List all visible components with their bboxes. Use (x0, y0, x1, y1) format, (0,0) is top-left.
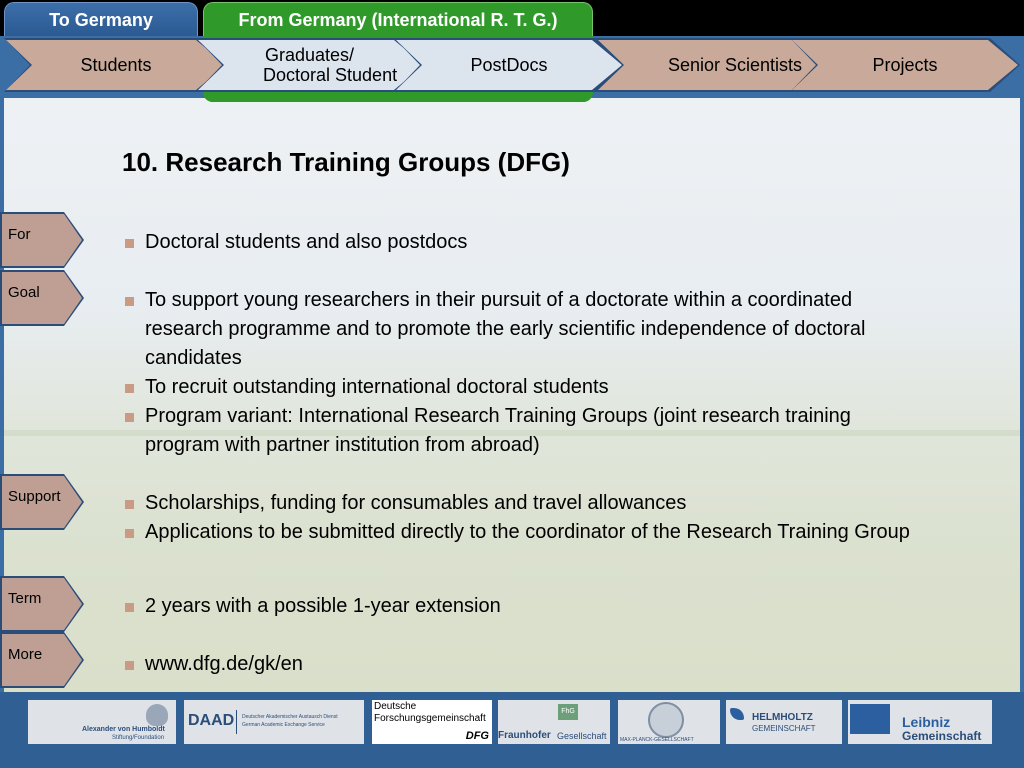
fraunhofer-text: Fraunhofer (498, 730, 551, 741)
bullet-support-1-text: Scholarships, funding for consumables an… (145, 492, 687, 514)
helmholtz-text-1: HELMHOLTZ (752, 712, 813, 723)
daad-divider (236, 710, 237, 734)
logo-max-planck[interactable]: MAX-PLANCK-GESELLSCHAFT (618, 700, 720, 744)
bullet-goal-3-text: Program variant: International Research … (145, 405, 851, 456)
daad-sub-2: German Academic Exchange Service (242, 722, 325, 728)
nav-graduates-line1: Graduates/ (265, 45, 355, 65)
bullet-support-1: Scholarships, funding for consumables an… (124, 489, 924, 518)
tab-to-germany[interactable]: To Germany (4, 2, 198, 36)
logo-dfg[interactable]: Deutsche Forschungsgemeinschaft DFG (372, 700, 492, 744)
frame-right (1020, 98, 1024, 692)
nav-projects-label: Projects (872, 55, 938, 75)
bullet-more-1-link[interactable]: www.dfg.de/gk/en (145, 653, 303, 675)
logo-helmholtz[interactable]: HELMHOLTZ GEMEINSCHAFT (726, 700, 842, 744)
bullet-goal-2-text: To recruit outstanding international doc… (145, 376, 609, 398)
leibniz-text-1: Leibniz (902, 714, 951, 730)
side-tab-goal-label: Goal (8, 284, 40, 301)
fraunhofer-sub: Gesellschaft (557, 731, 607, 741)
page-title: 10. Research Training Groups (DFG) (122, 147, 570, 177)
bullet-goal-1: To support young researchers in their pu… (124, 286, 924, 373)
logo-leibniz[interactable]: Leibniz Gemeinschaft (848, 700, 992, 744)
bullet-goal-2: To recruit outstanding international doc… (124, 373, 924, 402)
logo-fraunhofer[interactable]: FhG Fraunhofer Gesellschaft (498, 700, 610, 744)
side-tab-support-label: Support (8, 488, 61, 505)
nav-students[interactable]: Students (6, 40, 226, 90)
minerva-icon (648, 702, 684, 738)
logo-daad[interactable]: DAAD Deutscher Akademischer Austausch Di… (184, 700, 364, 744)
leibniz-icon (850, 704, 890, 734)
bullet-support-2-text: Applications to be submitted directly to… (145, 521, 910, 543)
logo-humboldt[interactable]: Alexander von Humboldt Stiftung/Foundati… (28, 700, 176, 744)
humboldt-portrait-icon (146, 704, 168, 726)
bullet-goal-1-text: To support young researchers in their pu… (145, 289, 866, 369)
daad-sub-1: Deutscher Akademischer Austausch Dienst (242, 714, 338, 720)
bullet-more-1: www.dfg.de/gk/en (124, 650, 924, 679)
bullet-for: Doctoral students and also postdocs (124, 228, 924, 257)
side-tab-more-label: More (8, 646, 43, 663)
dfg-text-2: Forschungsgemeinschaft (374, 713, 486, 724)
fhg-mark: FhG (558, 704, 578, 720)
dfg-mark: DFG (465, 730, 489, 742)
nav-students-label: Students (80, 55, 152, 75)
tab-from-germany[interactable]: From Germany (International R. T. G.) (203, 2, 593, 36)
bullet-term-1: 2 years with a possible 1-year extension (124, 592, 924, 621)
dfg-text-1: Deutsche (374, 701, 417, 712)
nav-postdocs-label: PostDocs (470, 55, 548, 75)
nav-senior-label: Senior Scientists (667, 55, 803, 75)
humboldt-text-2: Stiftung/Foundation (112, 735, 165, 741)
nav-graduates[interactable]: Graduates/ Doctoral Student (198, 40, 424, 90)
nav-postdocs[interactable]: PostDocs (396, 40, 622, 90)
bullet-term-1-text: 2 years with a possible 1-year extension (145, 595, 501, 617)
side-tab-for-label: For (8, 226, 31, 243)
nav-senior-scientists[interactable]: Senior Scientists (598, 40, 822, 90)
maxplanck-text: MAX-PLANCK-GESELLSCHAFT (620, 737, 694, 743)
daad-mark: DAAD (188, 712, 235, 729)
side-tab-term-label: Term (8, 590, 42, 607)
nav-graduates-line2: Doctoral Student (264, 65, 398, 85)
nav-projects[interactable]: Projects (792, 40, 1018, 90)
leibniz-text-2: Gemeinschaft (902, 729, 982, 743)
helmholtz-text-2: GEMEINSCHAFT (752, 724, 816, 733)
bullet-for-text: Doctoral students and also postdocs (145, 231, 468, 253)
bullet-support-2: Applications to be submitted directly to… (124, 518, 924, 547)
bullet-goal-3: Program variant: International Research … (124, 402, 924, 460)
helmholtz-icon (730, 708, 744, 720)
humboldt-text-1: Alexander von Humboldt (82, 726, 165, 733)
